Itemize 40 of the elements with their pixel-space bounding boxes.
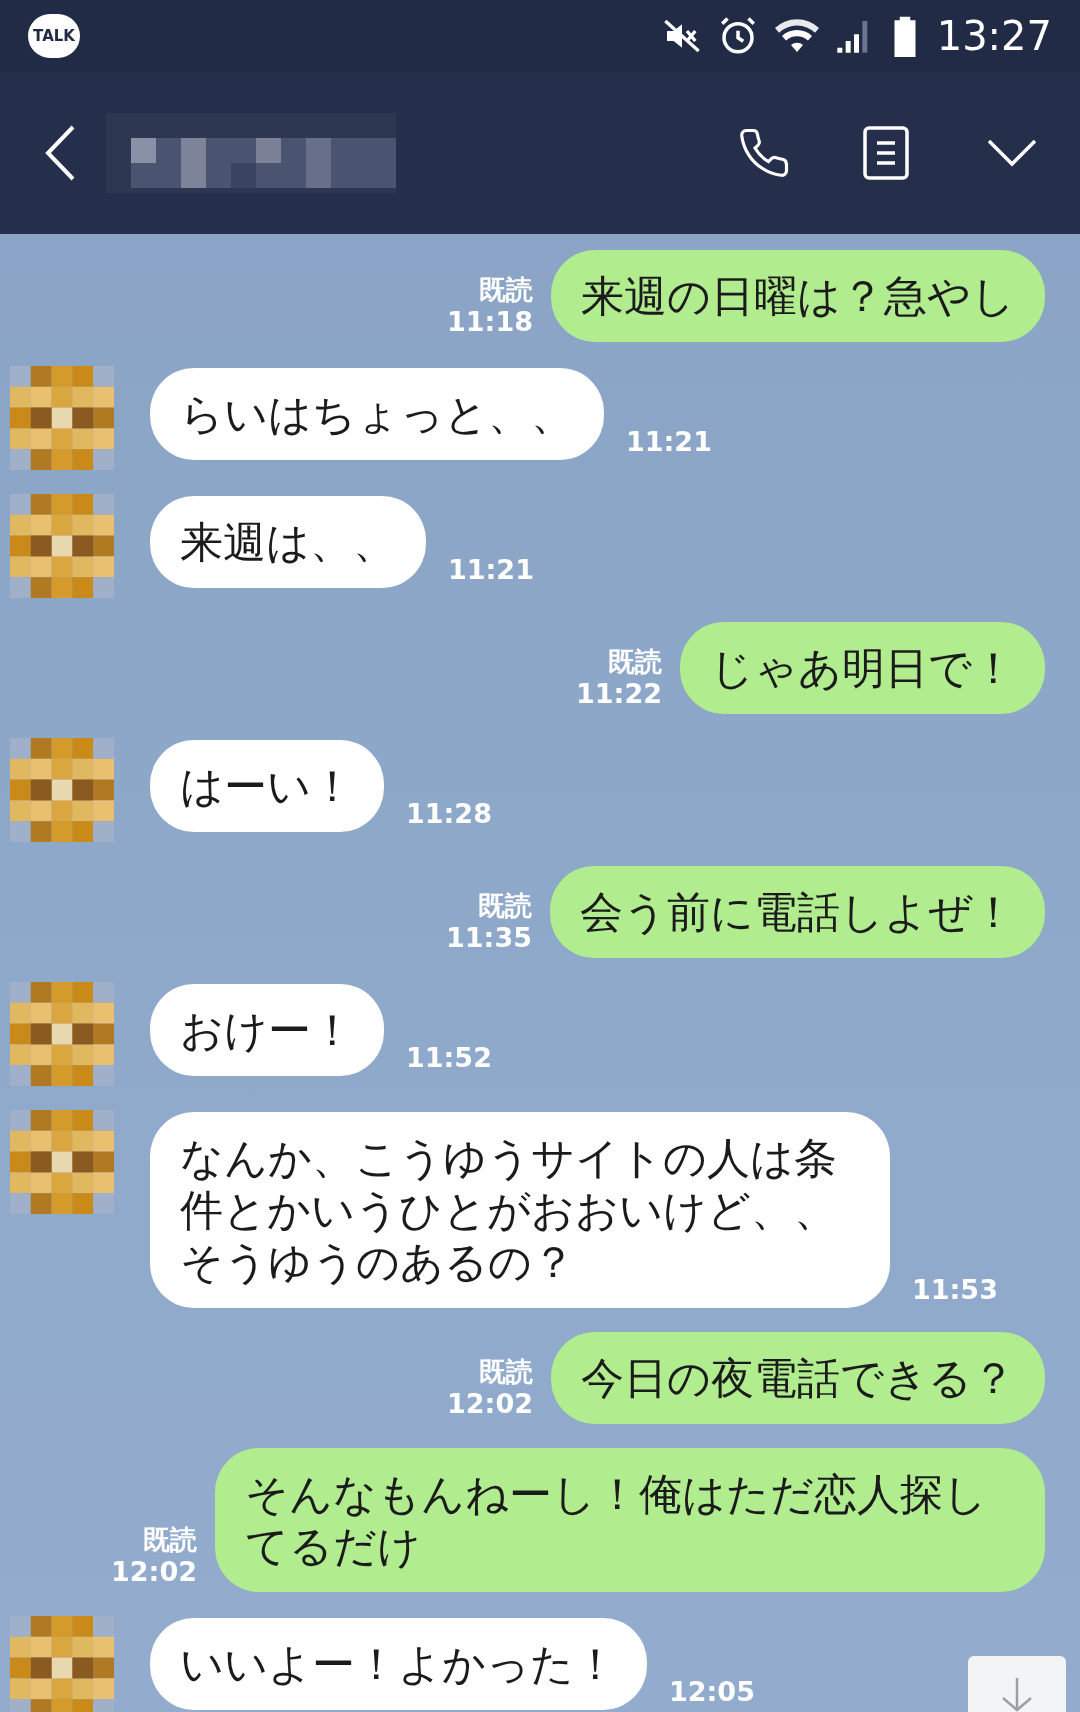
- message-time: 12:02: [447, 1388, 533, 1420]
- read-receipt: 既読: [608, 646, 662, 678]
- read-receipt: 既読: [479, 1356, 533, 1388]
- message-time: 12:02: [111, 1556, 197, 1588]
- avatar-icon[interactable]: [10, 982, 114, 1086]
- message-time: 11:28: [406, 798, 492, 831]
- message-bubble: そんなもんねーし！俺はただ恋人探してるだけ: [215, 1448, 1045, 1592]
- avatar-icon[interactable]: [10, 738, 114, 842]
- message-bubble: 今日の夜電話できる？: [551, 1332, 1045, 1424]
- message-time: 11:21: [626, 426, 712, 459]
- message-bubble: 来週は、、: [150, 496, 426, 588]
- message-bubble: 来週の日曜は？急やし: [551, 250, 1045, 342]
- phone-icon: [737, 126, 791, 180]
- app-badge: TALK: [28, 14, 80, 58]
- message-time: 11:21: [448, 554, 534, 587]
- read-receipt: 既読: [478, 890, 532, 922]
- message-time: 11:35: [446, 922, 532, 954]
- message-bubble: はーい！: [150, 740, 384, 832]
- message-time: 11:18: [447, 306, 533, 338]
- read-receipt: 既読: [479, 274, 533, 306]
- avatar-icon[interactable]: [10, 494, 114, 598]
- message-bubble: いいよー！よかった！: [150, 1618, 647, 1710]
- back-icon: [45, 125, 75, 181]
- message-bubble: 会う前に電話しよぜ！: [550, 866, 1045, 958]
- document-icon: [863, 126, 909, 180]
- scroll-down-button[interactable]: [968, 1656, 1066, 1712]
- status-time: 13:27: [936, 12, 1052, 61]
- message-time: 11:52: [406, 1042, 492, 1075]
- message-time: 12:05: [669, 1676, 755, 1709]
- avatar-icon[interactable]: [10, 1616, 114, 1712]
- message-bubble: らいはちょっと、、: [150, 368, 604, 460]
- message-bubble: じゃあ明日で！: [680, 622, 1045, 714]
- message-bubble: なんか、こうゆうサイトの人は条件とかいうひとがおおいけど、、そうゆうのあるの？: [150, 1112, 890, 1308]
- message-bubble: おけー！: [150, 984, 384, 1076]
- chevron-down-icon: [987, 139, 1037, 167]
- message-time: 11:53: [912, 1274, 998, 1307]
- avatar-icon[interactable]: [10, 366, 114, 470]
- read-receipt: 既読: [143, 1524, 197, 1556]
- avatar-icon[interactable]: [10, 1110, 114, 1214]
- message-time: 11:22: [576, 678, 662, 710]
